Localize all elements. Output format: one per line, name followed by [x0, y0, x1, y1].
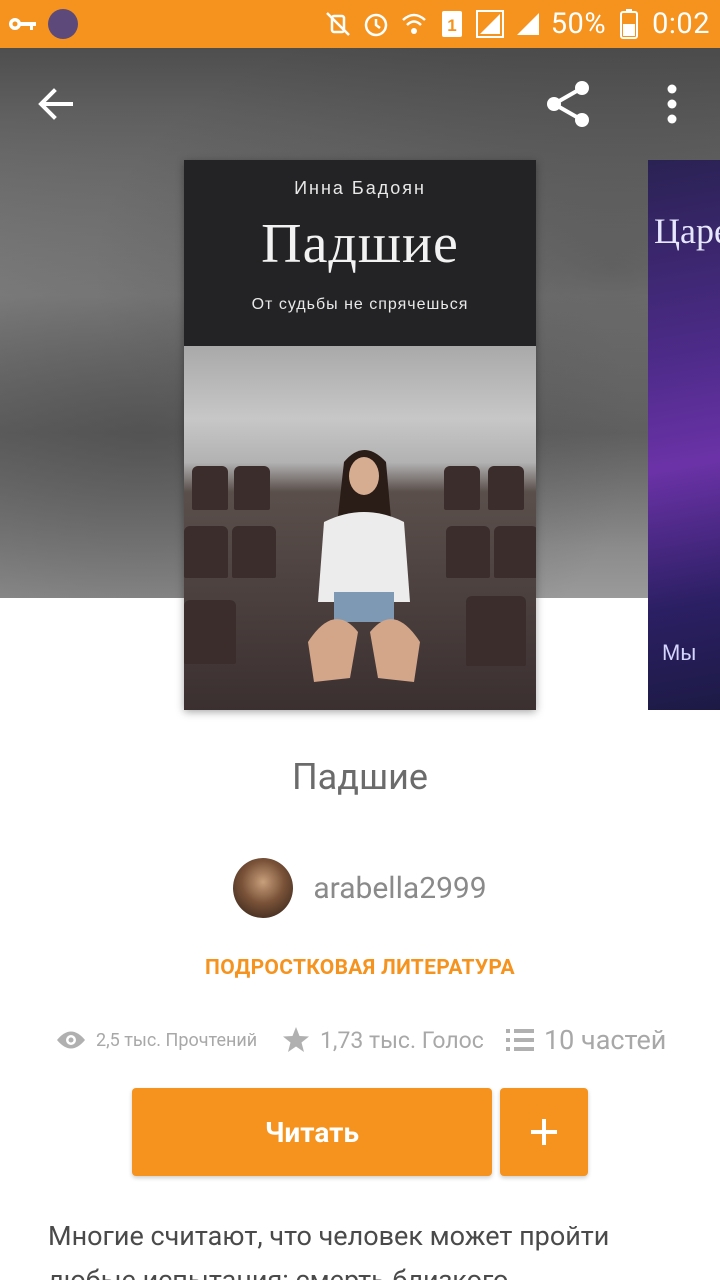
signal-icon — [475, 9, 505, 39]
action-buttons: Читать — [132, 1088, 588, 1176]
avatar[interactable] — [233, 858, 294, 918]
wifi-icon — [399, 9, 429, 39]
story-stats: 2,5 тыс. Прочтений 1,73 тыс. Голос 10 ча… — [56, 1018, 666, 1062]
next-book-cover[interactable]: Царе Мы — [648, 160, 720, 710]
battery-icon — [614, 9, 644, 39]
more-options-button[interactable] — [642, 74, 702, 134]
cover-figure — [308, 450, 420, 682]
share-icon — [547, 81, 589, 127]
parts-count: 10 частей — [544, 1024, 667, 1056]
cover-illustration — [184, 346, 536, 710]
author-link[interactable]: arabella2999 — [0, 858, 720, 918]
mute-icon — [323, 9, 353, 39]
add-to-library-button[interactable] — [500, 1088, 588, 1176]
svg-text:1: 1 — [447, 16, 456, 35]
next-cover-subtitle: Мы — [662, 640, 697, 665]
clock: 0:02 — [652, 7, 710, 41]
cover-author: Инна Бадоян — [294, 178, 426, 198]
share-button[interactable] — [538, 74, 598, 134]
key-icon — [8, 9, 38, 39]
back-button[interactable] — [26, 74, 86, 134]
reads-stat: 2,5 тыс. Прочтений — [56, 1029, 274, 1051]
author-name[interactable]: arabella2999 — [313, 871, 486, 906]
battery-percent: 50% — [550, 7, 607, 41]
reads-count: 2,5 тыс. Прочтений — [96, 1029, 258, 1051]
more-vertical-icon — [667, 84, 677, 124]
list-icon — [506, 1029, 534, 1051]
read-button[interactable]: Читать — [132, 1088, 492, 1176]
votes-count: 1,73 тыс. Голос — [320, 1026, 484, 1054]
votes-stat: 1,73 тыс. Голос — [282, 1026, 506, 1054]
cover-subtitle: От судьбы не спрячешься — [251, 296, 469, 313]
status-bar: 1 50% 0:02 — [0, 0, 720, 48]
plus-icon — [531, 1119, 557, 1145]
signal-icon — [513, 9, 543, 39]
parts-stat: 10 частей — [506, 1024, 666, 1056]
arrow-left-icon — [38, 88, 73, 120]
eye-icon — [57, 1031, 85, 1049]
star-icon — [283, 1027, 309, 1052]
story-description: Многие считают, что человек может пройти… — [48, 1220, 610, 1280]
genre-link[interactable]: ПОДРОСТКОВАЯ ЛИТЕРАТУРА — [0, 956, 720, 980]
book-title: Падшие — [292, 756, 428, 798]
book-cover[interactable]: Инна Бадоян Падшие От судьбы не спрячешь… — [184, 160, 536, 710]
app-notification-icon — [48, 9, 78, 39]
next-cover-title: Царе — [654, 211, 720, 251]
sim-icon: 1 — [437, 9, 467, 39]
alarm-icon — [361, 9, 391, 39]
cover-title: Падшие — [261, 213, 459, 275]
